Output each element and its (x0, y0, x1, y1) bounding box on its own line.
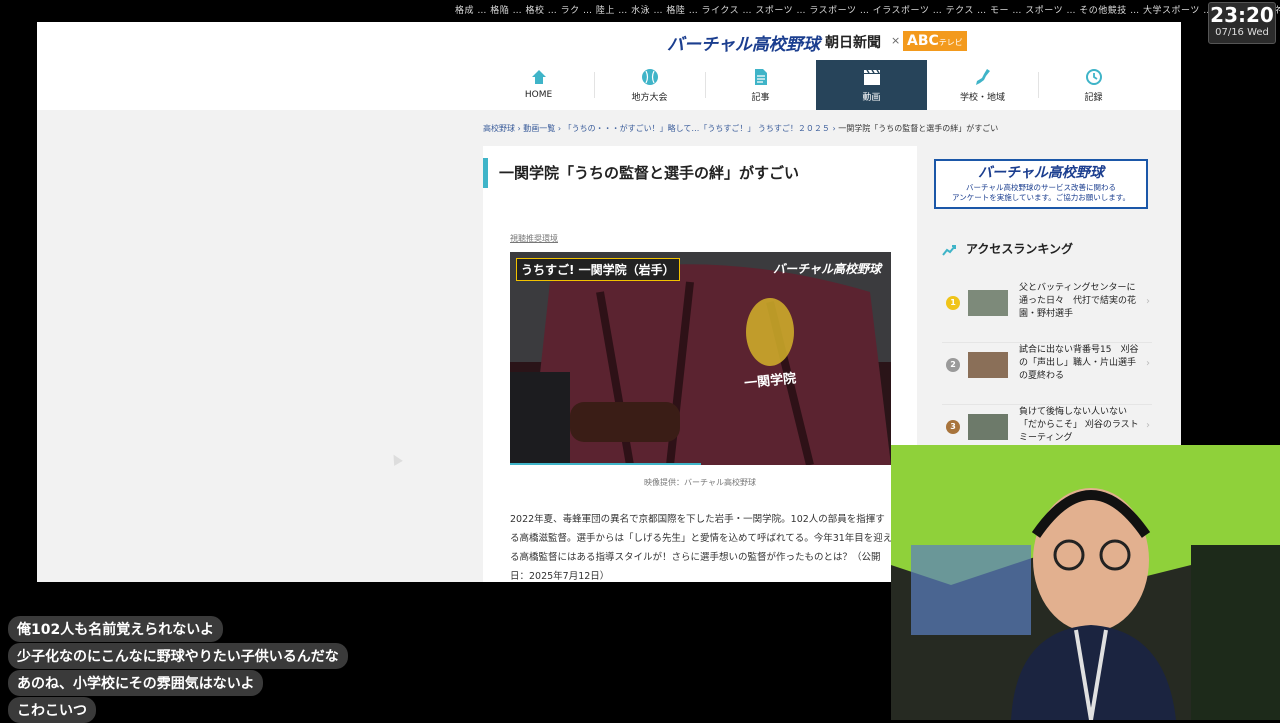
article-title: 一関学院「うちの監督と選手の絆」がすごい (499, 164, 800, 182)
chat-bubble: こわこいつ (8, 697, 96, 723)
nav-records[interactable]: 記録 (1038, 60, 1149, 110)
video-player[interactable]: うちすご! 一関学院（岩手） バーチャル高校野球 一関学院 (510, 252, 891, 465)
rank-number: 1 (946, 296, 960, 310)
chevron-right-icon: › (1146, 296, 1150, 307)
video-progress-bar[interactable] (510, 463, 701, 465)
nav-schools-label: 学校・地域 (959, 93, 1005, 103)
nav-home-label: HOME (524, 90, 553, 100)
baseball-icon (594, 68, 705, 88)
banner-text-2: アンケートを実施しています。ご協力お願いします。 (952, 193, 1130, 202)
breadcrumb-link[interactable]: 「うちの・・・がすごい！」略して…「うちすご！」 うちすご！２０２５ (564, 124, 830, 133)
home-icon (483, 68, 594, 88)
breadcrumb-link[interactable]: 動画一覧 (523, 124, 555, 133)
webcam-video (891, 445, 1280, 720)
rank-number: 2 (946, 358, 960, 372)
clock-time: 23:20 (1210, 3, 1274, 27)
chat-message: 少子化なのにこんなに野球やりたい子供いるんだな (8, 643, 348, 669)
title-accent-bar (483, 158, 488, 188)
nav-regional-label: 地方大会 (631, 93, 668, 103)
rank-title: 父とバッティングセンターに通った日々 代打で結実の花園・野村選手 (1019, 283, 1137, 319)
video-credit: 映像提供：バーチャル高校野球 (644, 478, 756, 487)
rank-title: 試合に出ない背番号15 刈谷の「声出し」職人・片山選手の夏終わる (1019, 345, 1139, 381)
breadcrumb-current: 一関学院「うちの監督と選手の絆」がすごい (838, 124, 999, 133)
main-nav: HOME 地方大会 記事 動画 学校・地域 記録 (37, 60, 1181, 110)
ranking-item[interactable]: 2 試合に出ない背番号15 刈谷の「声出し」職人・片山選手の夏終わる › (942, 344, 1152, 405)
nav-regional[interactable]: 地方大会 (594, 60, 705, 110)
rank-number: 3 (946, 420, 960, 434)
chat-bubble: あのね、小学校にその雰囲気はないよ (8, 670, 264, 696)
video-frame (510, 252, 891, 465)
top-link-strip: 格成 … 格陥 … 格校 … ラク … 陸上 … 水泳 … 格陸 … ライクス … (0, 0, 1280, 22)
nav-records-label: 記録 (1084, 93, 1103, 103)
survey-banner[interactable]: バーチャル高校野球 バーチャル高校野球のサービス改善に関わる アンケートを実施し… (934, 159, 1148, 209)
nav-videos[interactable]: 動画 (816, 60, 927, 110)
breadcrumb-separator: › (557, 124, 562, 133)
clock-widget: 23:20 07/16 Wed (1208, 2, 1276, 44)
video-show-tag: うちすご! 一関学院（岩手） (516, 258, 680, 281)
chat-message: 俺102人も名前覚えられないよ (8, 616, 223, 642)
chevron-right-icon: › (1146, 358, 1150, 369)
nav-articles-label: 記事 (751, 93, 770, 103)
abc-logo[interactable]: ABCテレビ (903, 31, 967, 51)
ranking-title: アクセスランキング (966, 242, 1074, 256)
clock-date: 07/16 Wed (1215, 27, 1269, 38)
abc-logo-text: ABC (907, 33, 939, 49)
mouse-cursor (389, 452, 403, 466)
rank-thumbnail (968, 352, 1008, 378)
chat-message: あのね、小学校にその雰囲気はないよ (8, 670, 264, 696)
webcam-overlay (891, 445, 1280, 720)
abc-logo-sub: テレビ (938, 38, 963, 47)
site-header: バーチャル高校野球 朝日新聞 × ABCテレビ (37, 22, 1181, 61)
ranking-item[interactable]: 1 父とバッティングセンターに通った日々 代打で結実の花園・野村選手 › (942, 282, 1152, 343)
map-icon (927, 68, 1038, 88)
rank-title: 負けて後悔しない人いない「だからこそ」 刈谷のラストミーティング (1019, 407, 1139, 443)
rank-thumbnail (968, 290, 1008, 316)
site-logo[interactable]: バーチャル高校野球 (667, 30, 820, 55)
banner-title: バーチャル高校野球 (978, 165, 1104, 181)
breadcrumb: 高校野球 › 動画一覧 › 「うちの・・・がすごい！」略して…「うちすご！」 う… (483, 123, 998, 134)
chat-bubble: 少子化なのにこんなに野球やりたい子供いるんだな (8, 643, 348, 669)
rank-thumbnail (968, 414, 1008, 440)
clock-icon (1038, 68, 1149, 88)
logo-separator: × (891, 34, 901, 47)
breadcrumb-separator: › (832, 124, 836, 133)
recommended-env-link[interactable]: 視聴推奨環境 (510, 233, 558, 244)
nav-schools[interactable]: 学校・地域 (927, 60, 1038, 110)
chat-message: こわこいつ (8, 697, 96, 723)
asahi-logo[interactable]: 朝日新聞 (825, 32, 881, 52)
ranking-heading: アクセスランキング (942, 240, 1073, 257)
document-icon (705, 68, 816, 88)
breadcrumb-separator: › (517, 124, 521, 133)
video-overlay-logo: バーチャル高校野球 (773, 262, 881, 276)
nav-home[interactable]: HOME (483, 60, 594, 110)
banner-text-1: バーチャル高校野球のサービス改善に関わる (966, 183, 1116, 192)
nav-articles[interactable]: 記事 (705, 60, 816, 110)
nav-videos-label: 動画 (862, 93, 881, 103)
chevron-right-icon: › (1146, 420, 1150, 431)
article-body: 2022年夏、毒蜂軍団の異名で京都国際を下した岩手・一関学院。102人の部員を指… (510, 514, 893, 582)
top-links[interactable]: 格成 … 格陥 … 格校 … ラク … 陸上 … 水泳 … 格陸 … ライクス … (455, 3, 1280, 16)
chat-bubble: 俺102人も名前覚えられないよ (8, 616, 223, 642)
breadcrumb-link[interactable]: 高校野球 (483, 124, 515, 133)
article-card: 一関学院「うちの監督と選手の絆」がすごい 視聴推奨環境 うちすご! 一関学院（岩… (483, 146, 917, 582)
clapperboard-icon (816, 68, 927, 88)
